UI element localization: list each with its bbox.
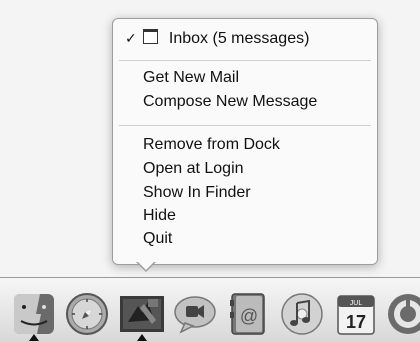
ichat-icon[interactable] — [171, 290, 219, 338]
dock-context-menu: ✓ Inbox (5 messages) Get New Mail Compos… — [112, 18, 378, 265]
mail-running-indicator — [137, 334, 147, 341]
menu-pointer-fill — [137, 261, 155, 270]
menu-item-hide[interactable]: Hide — [113, 205, 377, 227]
ical-day: 17 — [346, 312, 366, 332]
menu-item-label: Quit — [143, 230, 173, 247]
menu-item-compose-new-message[interactable]: Compose New Message — [113, 91, 377, 113]
menu-item-remove-from-dock[interactable]: Remove from Dock — [113, 134, 377, 156]
address-book-icon[interactable]: @ — [224, 290, 272, 338]
menu-item-label: Show In Finder — [143, 184, 251, 201]
finder-icon[interactable] — [10, 290, 58, 338]
menu-item-label: Compose New Message — [143, 93, 318, 110]
itunes-icon[interactable] — [278, 290, 326, 338]
menu-item-inbox-window[interactable]: ✓ Inbox (5 messages) — [113, 27, 377, 49]
dock: @ JUL 17 — [0, 277, 420, 342]
menu-separator — [119, 60, 371, 61]
finder-running-indicator — [29, 334, 39, 341]
window-icon — [143, 29, 159, 44]
menu-item-show-in-finder[interactable]: Show In Finder — [113, 182, 377, 204]
system-preferences-icon[interactable] — [384, 290, 420, 338]
menu-item-label: Hide — [143, 207, 176, 224]
menu-separator — [119, 125, 371, 126]
menu-item-label: Remove from Dock — [143, 136, 280, 153]
ical-month: JUL — [350, 300, 363, 307]
menu-item-get-new-mail[interactable]: Get New Mail — [113, 67, 377, 89]
menu-item-open-at-login[interactable]: Open at Login — [113, 158, 377, 180]
ical-icon[interactable]: JUL 17 — [332, 290, 380, 338]
mail-icon[interactable] — [118, 290, 166, 338]
menu-item-label: Get New Mail — [143, 69, 240, 86]
svg-text:@: @ — [240, 306, 258, 326]
safari-icon[interactable] — [63, 290, 111, 338]
menu-item-label: Open at Login — [143, 160, 244, 177]
menu-item-label: Inbox (5 messages) — [168, 30, 310, 47]
checkmark-icon: ✓ — [125, 30, 137, 46]
menu-item-quit[interactable]: Quit — [113, 228, 377, 250]
